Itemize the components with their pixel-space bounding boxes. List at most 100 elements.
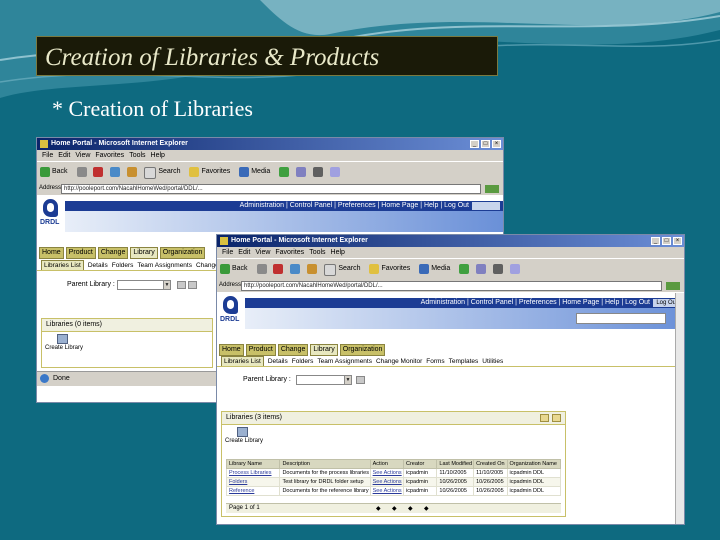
tab-change[interactable]: Change <box>97 247 129 259</box>
minimize-portlet-icon[interactable] <box>552 414 561 422</box>
menu-favorites[interactable]: Favorites <box>275 249 304 256</box>
stop-icon[interactable] <box>273 264 284 274</box>
address-input[interactable]: http://pooleport.com/NacahlHomeWed/porta… <box>241 281 662 291</box>
column-header[interactable]: Action <box>369 459 405 469</box>
stop-icon[interactable] <box>93 167 104 177</box>
tab-organization[interactable]: Organization <box>159 247 206 259</box>
favorites-label[interactable]: Favorites <box>381 265 410 272</box>
prev-page-icon[interactable]: ◆ <box>392 505 397 512</box>
column-header[interactable]: Description <box>279 459 371 469</box>
history-icon[interactable] <box>279 167 290 177</box>
menu-help[interactable]: Help <box>331 249 345 256</box>
back-label[interactable]: Back <box>52 168 68 175</box>
header-links[interactable]: Administration | Control Panel | Prefere… <box>240 202 469 209</box>
subnav-folders[interactable]: Folders <box>292 357 314 366</box>
minimize-button[interactable]: _ <box>470 140 479 148</box>
close-button[interactable]: × <box>492 140 501 148</box>
minimize-button[interactable]: _ <box>651 237 660 245</box>
go-icon[interactable] <box>666 282 680 290</box>
library-name-link[interactable]: Folders <box>225 477 281 487</box>
subnav-utilities[interactable]: Utilities <box>482 357 503 366</box>
media-icon[interactable] <box>419 264 430 274</box>
back-label[interactable]: Back <box>232 265 248 272</box>
create-library-button[interactable]: Create Library <box>45 334 83 356</box>
history-icon[interactable] <box>459 264 470 274</box>
print-icon[interactable] <box>493 264 504 274</box>
subnav-templates[interactable]: Templates <box>449 357 479 366</box>
home-icon[interactable] <box>127 167 138 177</box>
first-page-icon[interactable]: ◆ <box>376 505 381 512</box>
forward-icon[interactable] <box>76 167 87 177</box>
library-name-link[interactable]: Reference <box>225 486 281 496</box>
go-icon[interactable] <box>485 185 499 193</box>
refresh-icon[interactable] <box>290 264 301 274</box>
menu-tools[interactable]: Tools <box>309 249 325 256</box>
subnav-folders[interactable]: Folders <box>112 261 134 270</box>
column-header[interactable]: Last Modified <box>436 459 475 469</box>
favorites-label[interactable]: Favorites <box>201 168 230 175</box>
header-links[interactable]: Administration | Control Panel | Prefere… <box>421 299 650 306</box>
search-label[interactable]: Search <box>338 265 360 272</box>
help-icon[interactable] <box>540 414 549 422</box>
see-actions-link[interactable]: See Actions <box>369 468 405 478</box>
search-icon[interactable] <box>144 167 157 179</box>
column-header[interactable]: Creator <box>402 459 438 469</box>
see-actions-link[interactable]: See Actions <box>369 486 405 496</box>
vertical-scrollbar[interactable] <box>675 293 684 524</box>
subnav-libraries-list[interactable]: Libraries List <box>221 356 264 366</box>
edit-icon[interactable] <box>330 167 341 177</box>
filter-icon[interactable] <box>177 281 186 289</box>
logout-button[interactable] <box>472 202 500 210</box>
media-icon[interactable] <box>239 167 250 177</box>
subnav-team-assignments[interactable]: Team Assignments <box>317 357 372 366</box>
tab-product[interactable]: Product <box>245 344 276 356</box>
menu-edit[interactable]: Edit <box>238 249 250 256</box>
menu-file[interactable]: File <box>42 152 53 159</box>
portal-search-input[interactable] <box>576 313 666 324</box>
edit-icon[interactable] <box>510 264 521 274</box>
subnav-details[interactable]: Details <box>268 357 288 366</box>
tab-library[interactable]: Library <box>130 247 158 259</box>
print-icon[interactable] <box>313 167 324 177</box>
close-button[interactable]: × <box>673 237 682 245</box>
mail-icon[interactable] <box>476 264 487 274</box>
maximize-button[interactable]: □ <box>662 237 671 245</box>
tab-home[interactable]: Home <box>39 247 64 259</box>
favorites-icon[interactable] <box>369 264 380 274</box>
column-header[interactable]: Created On <box>473 459 508 469</box>
refresh-icon[interactable] <box>110 167 121 177</box>
subnav-change-monitor[interactable]: Change Monitor <box>376 357 422 366</box>
menu-help[interactable]: Help <box>151 152 165 159</box>
chevron-down-icon[interactable]: ▼ <box>344 375 352 385</box>
chevron-down-icon[interactable]: ▼ <box>163 280 171 290</box>
search-label[interactable]: Search <box>158 168 180 175</box>
tab-product[interactable]: Product <box>65 247 96 259</box>
home-icon[interactable] <box>307 264 318 274</box>
menu-view[interactable]: View <box>75 152 90 159</box>
create-library-button[interactable]: Create Library <box>225 427 263 449</box>
tab-change[interactable]: Change <box>277 344 309 356</box>
favorites-icon[interactable] <box>189 167 200 177</box>
menu-tools[interactable]: Tools <box>129 152 145 159</box>
maximize-button[interactable]: □ <box>481 140 490 148</box>
media-label[interactable]: Media <box>251 168 270 175</box>
filter-icon[interactable] <box>356 376 365 384</box>
column-header[interactable]: Organization Name <box>506 459 562 469</box>
menu-favorites[interactable]: Favorites <box>95 152 124 159</box>
tab-organization[interactable]: Organization <box>339 344 386 356</box>
subnav-details[interactable]: Details <box>88 261 108 270</box>
subnav-team-assignments[interactable]: Team Assignments <box>137 261 192 270</box>
media-label[interactable]: Media <box>431 265 450 272</box>
search-icon[interactable] <box>324 264 337 276</box>
tab-home[interactable]: Home <box>219 344 244 356</box>
forward-icon[interactable] <box>256 264 267 274</box>
menu-edit[interactable]: Edit <box>58 152 70 159</box>
back-icon[interactable] <box>220 264 230 274</box>
tab-library[interactable]: Library <box>310 344 338 356</box>
next-page-icon[interactable]: ◆ <box>408 505 413 512</box>
subnav-libraries-list[interactable]: Libraries List <box>41 260 84 270</box>
mail-icon[interactable] <box>296 167 307 177</box>
column-header[interactable]: Library Name <box>225 459 281 469</box>
last-page-icon[interactable]: ◆ <box>424 505 429 512</box>
library-name-link[interactable]: Process Libraries <box>225 468 281 478</box>
